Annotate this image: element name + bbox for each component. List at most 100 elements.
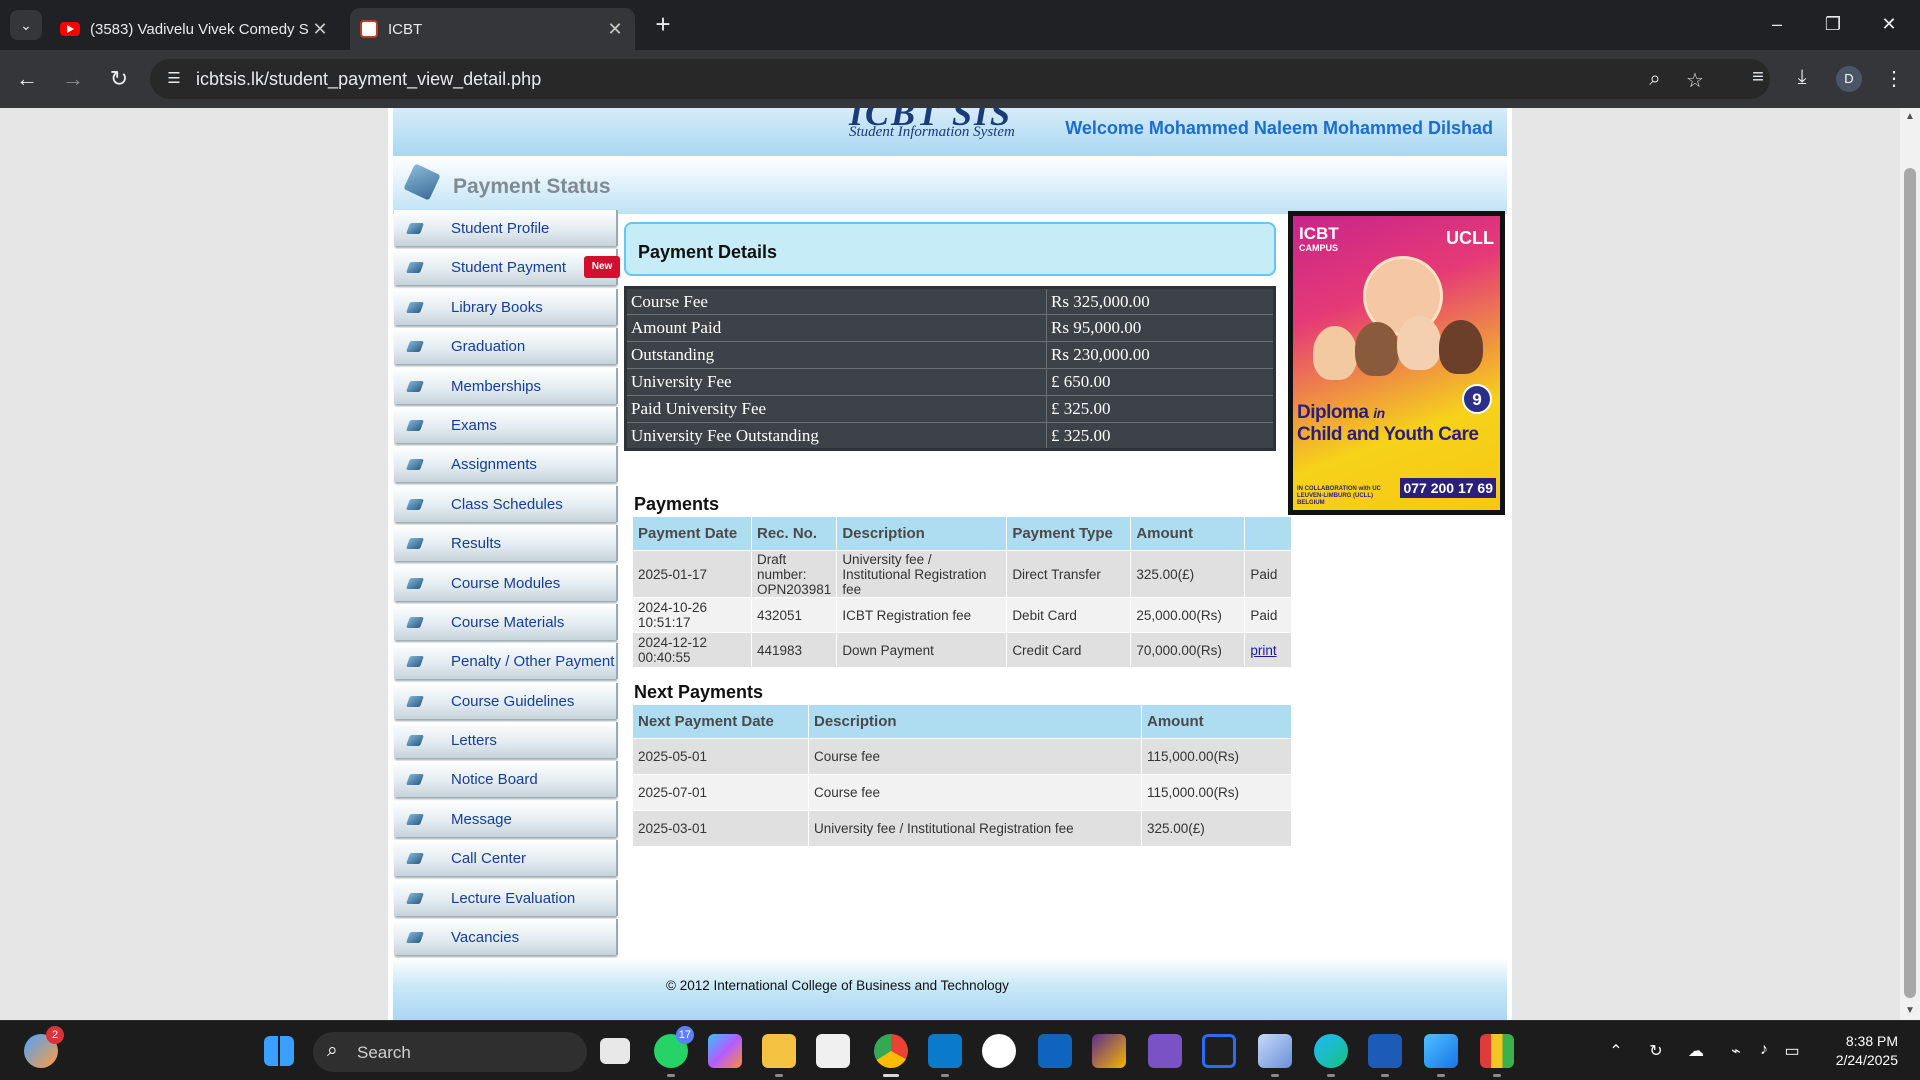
winrar-icon[interactable] bbox=[1480, 1034, 1514, 1077]
close-window-icon[interactable]: ✕ bbox=[1866, 8, 1912, 40]
back-icon[interactable]: ← bbox=[12, 64, 42, 94]
print-link[interactable]: print bbox=[1250, 643, 1276, 658]
media-control-icon[interactable]: ≡ bbox=[1744, 66, 1772, 94]
scroll-thumb[interactable] bbox=[1904, 168, 1916, 998]
onedrive-cloud-icon[interactable]: ☁ bbox=[1684, 1041, 1708, 1061]
advertisement-banner[interactable]: ICBT CAMPUS UCLL 9 Diploma in Child and Y… bbox=[1288, 211, 1505, 515]
snipping-tool-icon[interactable] bbox=[1092, 1034, 1126, 1068]
visual-studio-icon[interactable] bbox=[1148, 1034, 1182, 1068]
sidebar-item-label[interactable]: Course Guidelines bbox=[451, 693, 574, 710]
battery-icon[interactable]: ▭ bbox=[1780, 1041, 1804, 1061]
sidebar-item-label[interactable]: Student Profile bbox=[451, 220, 549, 237]
scroll-up-icon[interactable]: ▲ bbox=[1900, 108, 1920, 126]
sidebar-item-course-materials[interactable]: Course Materials bbox=[394, 603, 618, 640]
show-hidden-icons-chevron-icon[interactable]: ⌃ bbox=[1604, 1041, 1628, 1061]
sidebar-item-label[interactable]: Library Books bbox=[451, 299, 543, 316]
sidebar-item-label[interactable]: Message bbox=[451, 811, 512, 828]
sidebar-item-letters[interactable]: Letters bbox=[394, 722, 618, 759]
sidebar-item-label[interactable]: Course Modules bbox=[451, 575, 560, 592]
sidebar-item-assignments[interactable]: Assignments bbox=[394, 446, 618, 483]
restore-icon[interactable]: ❐ bbox=[1810, 8, 1856, 40]
sidebar-item-message[interactable]: Message bbox=[394, 800, 618, 837]
page-scrollbar[interactable]: ▲ ▼ bbox=[1900, 108, 1920, 1020]
sidebar-item-graduation[interactable]: Graduation bbox=[394, 328, 618, 365]
summary-value: £ 650.00 bbox=[1046, 368, 1275, 396]
ad-icbt-logo: ICBT CAMPUS bbox=[1299, 225, 1339, 256]
sidebar-item-label[interactable]: Student Payment bbox=[451, 259, 566, 276]
outlook-icon[interactable] bbox=[1038, 1034, 1072, 1068]
scroll-down-icon[interactable]: ▼ bbox=[1900, 1002, 1920, 1020]
advertisement-image[interactable]: ICBT CAMPUS UCLL 9 Diploma in Child and Y… bbox=[1293, 216, 1500, 510]
start-menu-icon[interactable] bbox=[264, 1036, 294, 1066]
photos-icon[interactable] bbox=[1424, 1034, 1458, 1077]
download-icon[interactable]: ⤓ bbox=[1788, 66, 1816, 94]
site-info-icon[interactable]: ☰ bbox=[164, 69, 184, 89]
sidebar-item-lecture-evaluation[interactable]: Lecture Evaluation bbox=[394, 879, 618, 916]
system-clock[interactable]: 8:38 PM 2/24/2025 bbox=[1836, 1032, 1898, 1070]
task-view-icon[interactable] bbox=[600, 1038, 630, 1064]
sidebar-item-student-profile[interactable]: Student Profile bbox=[394, 210, 618, 246]
close-tab-icon[interactable]: ✕ bbox=[310, 19, 330, 40]
tab-search-button[interactable]: ⌄ bbox=[10, 10, 42, 40]
copilot-icon[interactable] bbox=[708, 1034, 742, 1068]
sidebar-item-label[interactable]: Penalty / Other Payment bbox=[451, 653, 614, 670]
running-indicator bbox=[941, 1074, 949, 1077]
menu-icon[interactable]: ⋮ bbox=[1880, 66, 1908, 94]
chrome-icon[interactable] bbox=[874, 1034, 908, 1077]
sidebar-item-label[interactable]: Assignments bbox=[451, 456, 537, 473]
sidebar-item-label[interactable]: Lecture Evaluation bbox=[451, 890, 575, 907]
whatsapp-business-icon[interactable]: 17 bbox=[654, 1026, 694, 1077]
sidebar-item-label[interactable]: Exams bbox=[451, 417, 497, 434]
sidebar-item-results[interactable]: Results bbox=[394, 525, 618, 562]
sidebar-item-label[interactable]: Notice Board bbox=[451, 771, 538, 788]
minimize-icon[interactable]: – bbox=[1754, 8, 1800, 40]
sidebar-item-label[interactable]: Course Materials bbox=[451, 614, 564, 631]
sidebar-item-library-books[interactable]: Library Books bbox=[394, 288, 618, 325]
word-icon[interactable] bbox=[1368, 1034, 1402, 1077]
summary-value: £ 325.00 bbox=[1046, 395, 1275, 423]
edge-icon[interactable] bbox=[1314, 1034, 1348, 1077]
sidebar-item-label[interactable]: Vacancies bbox=[451, 929, 519, 946]
sidebar-item-exams[interactable]: Exams bbox=[394, 406, 618, 443]
sidebar-item-label[interactable]: Letters bbox=[451, 732, 497, 749]
microsoft-store-icon[interactable] bbox=[816, 1034, 850, 1068]
profile-avatar[interactable]: D bbox=[1836, 66, 1862, 92]
menu-bullet-icon bbox=[405, 813, 425, 825]
virtualbox-icon[interactable] bbox=[1258, 1034, 1292, 1077]
whatsapp-icon[interactable] bbox=[982, 1034, 1016, 1068]
sidebar-item-notice-board[interactable]: Notice Board bbox=[394, 761, 618, 798]
sidebar-item-label[interactable]: Graduation bbox=[451, 338, 525, 355]
sidebar-item-call-center[interactable]: Call Center bbox=[394, 840, 618, 877]
zoom-icon[interactable]: ⌕ bbox=[1642, 68, 1668, 90]
sidebar-item-course-modules[interactable]: Course Modules bbox=[394, 564, 618, 601]
tab-youtube[interactable]: (3583) Vadivelu Vivek Comedy S ✕ bbox=[50, 8, 340, 50]
volume-icon[interactable]: ♪ bbox=[1752, 1041, 1776, 1059]
sidebar-item-penalty-other-payment[interactable]: Penalty / Other Payment bbox=[394, 643, 618, 680]
weather-widget-icon[interactable]: 2 bbox=[24, 1026, 64, 1068]
url-text[interactable]: icbtsis.lk/student_payment_view_detail.p… bbox=[196, 69, 541, 90]
bookmark-star-icon[interactable]: ☆ bbox=[1682, 68, 1708, 92]
column-header: Next Payment Date bbox=[633, 705, 808, 738]
wifi-icon[interactable]: ⌁ bbox=[1724, 1041, 1748, 1061]
sidebar-item-memberships[interactable]: Memberships bbox=[394, 367, 618, 404]
jetbrains-icon[interactable] bbox=[1202, 1034, 1236, 1068]
sidebar-item-label[interactable]: Call Center bbox=[451, 850, 526, 867]
sidebar-item-label[interactable]: Class Schedules bbox=[451, 496, 563, 513]
reload-icon[interactable]: ↻ bbox=[104, 64, 134, 94]
taskbar-search[interactable]: ⌕ Search bbox=[313, 1032, 587, 1072]
table-row: 2025-01-17 Draft number: OPN203981 Unive… bbox=[633, 551, 1291, 597]
sidebar-item-vacancies[interactable]: Vacancies bbox=[394, 919, 618, 956]
file-explorer-icon[interactable] bbox=[762, 1034, 796, 1077]
sidebar-item-class-schedules[interactable]: Class Schedules bbox=[394, 485, 618, 522]
sidebar-item-label[interactable]: Memberships bbox=[451, 378, 541, 395]
sidebar-item-label[interactable]: Results bbox=[451, 535, 501, 552]
forward-icon[interactable]: → bbox=[58, 64, 88, 94]
new-tab-button[interactable]: + bbox=[650, 11, 676, 38]
address-bar[interactable]: ☰ icbtsis.lk/student_payment_view_detail… bbox=[150, 59, 1770, 99]
sidebar-item-student-payment[interactable]: Student Payment New bbox=[394, 249, 620, 286]
sidebar-item-course-guidelines[interactable]: Course Guidelines bbox=[394, 682, 618, 719]
tab-icbt[interactable]: ICBT ✕ bbox=[350, 8, 635, 50]
vscode-icon[interactable] bbox=[928, 1034, 962, 1077]
close-tab-icon[interactable]: ✕ bbox=[605, 19, 625, 40]
sync-icon[interactable]: ↻ bbox=[1644, 1041, 1668, 1061]
